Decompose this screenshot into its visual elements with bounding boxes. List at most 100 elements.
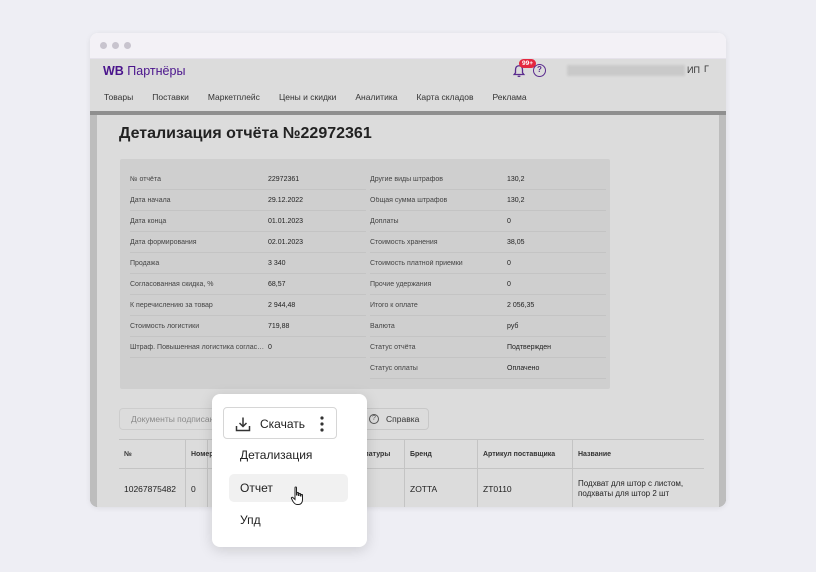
summary-row: Дата формирования 02.01.2023 [130,232,366,253]
window-dot-2[interactable] [112,42,119,49]
signed-documents-button[interactable]: Документы подписан [119,408,227,430]
account-chevron-icon[interactable]: Г [704,64,709,74]
nav-item-analytics[interactable]: Аналитика [355,92,397,102]
summary-value: 719,88 [268,322,290,330]
menu-item-upd[interactable]: Упд [229,506,348,534]
main-nav: Товары Поставки Маркетплейс Цены и скидк… [104,92,546,102]
account-name-blurred[interactable] [567,65,685,76]
table-header-cell: Название [578,450,612,458]
summary-label: Доплаты [370,217,399,225]
summary-label: Статус отчёта [370,343,416,351]
summary-value: 0 [507,217,511,225]
nav-item-prices[interactable]: Цены и скидки [279,92,336,102]
table-cell: Подхват для штор с листом, подхваты для … [578,479,684,498]
summary-label: Дата начала [130,196,171,204]
summary-value: 130,2 [507,196,525,204]
summary-value: руб [507,322,519,330]
download-button[interactable]: Скачать [223,407,337,439]
nav-item-supplies[interactable]: Поставки [152,92,189,102]
summary-label: Стоимость хранения [370,238,438,246]
window-titlebar [90,33,726,59]
nav-item-marketplace[interactable]: Маркетплейс [208,92,260,102]
logo[interactable]: WB Партнёры [103,64,185,78]
summary-label: Валюта [370,322,395,330]
summary-label: Стоимость логистики [130,322,200,330]
report-summary: № отчёта 22972361 Дата начала 29.12.2022 Дат… [120,159,610,389]
table-header: № Номер номенклатуры Бренд Артикул поста… [119,439,704,469]
summary-value: 22972361 [268,175,300,183]
summary-value: 38,05 [507,238,525,246]
nav-item-warehouses[interactable]: Карта складов [416,92,473,102]
question-icon: ? [369,414,379,424]
summary-label: Прочие удержания [370,280,432,288]
summary-label: № отчёта [130,175,161,183]
summary-value: Подтвержден [507,343,552,351]
more-vertical-icon[interactable] [317,415,327,433]
summary-value: 3 340 [268,259,286,267]
table-header-cell: Номер [186,440,214,468]
account-suffix[interactable]: ИП [687,65,700,75]
summary-row: Продажа 3 340 [130,253,366,274]
summary-row: Статус отчёта Подтвержден [370,337,606,358]
table-row[interactable]: 10267875482 0 ки 305167 ZOTTA ZT0110 Под… [119,469,704,507]
summary-label: Штраф. Повышенная логистика соглас… [130,343,265,351]
summary-value: 02.01.2023 [268,238,304,246]
logo-text: Партнёры [123,64,186,78]
table-cell: ZT0110 [478,469,573,507]
nav-item-ads[interactable]: Реклама [493,92,527,102]
table-header-cell: Бренд [405,440,478,468]
summary-value: 0 [507,280,511,288]
summary-value: Оплачено [507,364,540,372]
menu-item-report[interactable]: Отчет [229,474,348,502]
help-button-label: Справка [386,414,420,424]
table-cell: 0 [186,469,208,507]
summary-row: Другие виды штрафов 130,2 [370,169,606,190]
side-gutter-left [90,115,97,507]
summary-row: Стоимость платной приемки 0 [370,253,606,274]
summary-label: Дата конца [130,217,167,225]
summary-value: 01.01.2023 [268,217,304,225]
summary-label: Другие виды штрафов [370,175,444,183]
summary-label: Статус оплаты [370,364,418,372]
summary-column-right: Другие виды штрафов 130,2 Общая сумма штра… [370,169,606,379]
summary-label: Итого к оплате [370,301,418,309]
summary-row: Доплаты 0 [370,211,606,232]
summary-row: Прочие удержания 0 [370,274,606,295]
summary-row: № отчёта 22972361 [130,169,366,190]
summary-row: Валюта руб [370,316,606,337]
summary-column-left: № отчёта 22972361 Дата начала 29.12.2022 Дат… [130,169,366,358]
summary-row: Дата начала 29.12.2022 [130,190,366,211]
summary-row: Общая сумма штрафов 130,2 [370,190,606,211]
download-icon [235,417,251,432]
app-content: WB Партнёры 99+ ? ИП Г Товары Поставки М… [90,59,726,507]
menu-item-detalization[interactable]: Детализация [229,441,348,469]
summary-label: Продажа [130,259,160,267]
summary-value: 0 [507,259,511,267]
summary-value: 2 056,35 [507,301,535,309]
summary-value: 2 944,48 [268,301,296,309]
summary-row: Штраф. Повышенная логистика соглас… 0 [130,337,366,358]
summary-row: Стоимость хранения 38,05 [370,232,606,253]
summary-row: К перечислению за товар 2 944,48 [130,295,366,316]
report-table: № Номер номенклатуры Бренд Артикул поста… [119,439,704,507]
summary-value: 29.12.2022 [268,196,304,204]
logo-bold: WB [103,64,124,78]
window-dot-3[interactable] [124,42,131,49]
page-title: Детализация отчёта №22972361 [119,125,372,142]
summary-row: Статус оплаты Оплачено [370,358,606,379]
summary-label: Дата формирования [130,238,197,246]
summary-row: Стоимость логистики 719,88 [130,316,366,337]
help-icon[interactable]: ? [533,64,546,77]
summary-label: Стоимость платной приемки [370,259,463,267]
nav-item-goods[interactable]: Товары [104,92,133,102]
summary-row: Итого к оплате 2 056,35 [370,295,606,316]
summary-label: Общая сумма штрафов [370,196,448,204]
table-cell: ZOTTA [405,469,478,507]
table-cell: 10267875482 [119,469,186,507]
summary-value: 68,57 [268,280,286,288]
table-header-cell: Артикул поставщика [478,440,573,468]
table-header-cell: № [119,440,186,468]
summary-value: 130,2 [507,175,525,183]
summary-label: Согласованная скидка, % [130,280,214,288]
window-dot-1[interactable] [100,42,107,49]
